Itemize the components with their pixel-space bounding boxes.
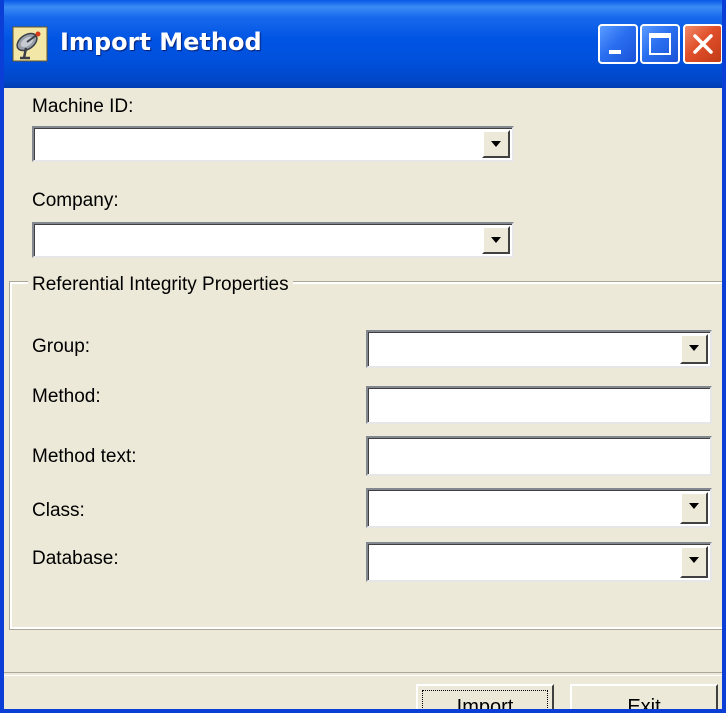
import-button-label: Import xyxy=(456,696,514,713)
company-dropdown-button[interactable] xyxy=(482,226,510,254)
satellite-dish-icon xyxy=(12,26,48,62)
maximize-icon xyxy=(649,33,671,55)
company-label: Company: xyxy=(32,190,119,211)
method-input[interactable] xyxy=(366,386,712,424)
method-text-input[interactable] xyxy=(366,436,712,476)
close-button[interactable] xyxy=(683,24,722,64)
machine-id-dropdown-button[interactable] xyxy=(482,130,510,158)
chevron-down-icon xyxy=(491,237,501,243)
import-method-window: Import Method Machine ID: Company: Refer… xyxy=(0,0,726,713)
class-label: Class: xyxy=(32,500,85,521)
exit-button[interactable]: Exit xyxy=(570,684,718,713)
class-dropdown-button[interactable] xyxy=(680,492,708,524)
minimize-icon xyxy=(609,50,621,54)
chevron-down-icon xyxy=(689,503,699,509)
window-title: Import Method xyxy=(60,28,262,56)
chevron-down-icon xyxy=(491,141,501,147)
class-combobox[interactable] xyxy=(366,488,712,528)
chevron-down-icon xyxy=(689,557,699,563)
group-combobox[interactable] xyxy=(366,330,712,368)
import-button[interactable]: Import xyxy=(416,684,554,713)
maximize-button[interactable] xyxy=(640,24,680,64)
minimize-button[interactable] xyxy=(598,24,638,64)
company-combobox[interactable] xyxy=(32,222,514,258)
database-label: Database: xyxy=(32,548,119,569)
method-text-label: Method text: xyxy=(32,446,137,467)
group-dropdown-button[interactable] xyxy=(680,334,708,364)
title-bar[interactable]: Import Method xyxy=(4,0,722,88)
close-icon xyxy=(693,34,713,54)
footer-divider xyxy=(4,672,722,676)
exit-button-label: Exit xyxy=(627,696,661,713)
machine-id-combobox[interactable] xyxy=(32,126,514,162)
database-combobox[interactable] xyxy=(366,542,712,582)
method-label: Method: xyxy=(32,386,101,407)
group-label: Group: xyxy=(32,336,91,357)
machine-id-label: Machine ID: xyxy=(32,96,134,117)
database-dropdown-button[interactable] xyxy=(680,546,708,578)
chevron-down-icon xyxy=(689,345,699,351)
referential-integrity-title: Referential Integrity Properties xyxy=(28,274,293,296)
